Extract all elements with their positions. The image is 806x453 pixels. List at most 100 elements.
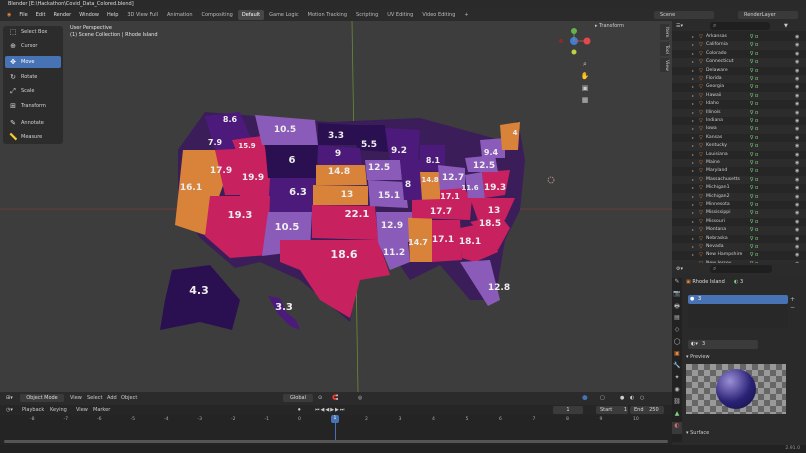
object-data-row[interactable]: ◐ 3 [734,279,743,285]
expand-triangle-icon[interactable]: ▸ [692,167,694,175]
shading-material-icon[interactable]: ◐ [630,393,634,403]
object-name-row[interactable]: ▣ Rhode Island [686,279,725,285]
outliner-row[interactable]: ▸ ▽ Arkansas ∇ ɑ ◉ [672,33,806,41]
expand-triangle-icon[interactable]: ▸ [692,235,694,243]
visibility-eye-icon[interactable]: ◉ [795,151,799,159]
outliner-row[interactable]: ▸ ▽ Missouri ∇ ɑ ◉ [672,218,806,226]
tool-move[interactable]: ✥ Move [5,56,61,68]
properties-editor-icon[interactable]: ⚙▾ [676,264,683,274]
visibility-eye-icon[interactable]: ◉ [795,33,799,41]
outliner-row[interactable]: ▸ ▽ Georgia ∇ ɑ ◉ [672,83,806,91]
pan-hand-icon[interactable]: ✋ [580,72,590,84]
menu-edit[interactable]: Edit [32,9,50,21]
expand-triangle-icon[interactable]: ▸ [692,134,694,142]
visibility-eye-icon[interactable]: ◉ [795,176,799,184]
surface-panel-header[interactable]: ▾ Surface [686,430,709,436]
visibility-eye-icon[interactable]: ◉ [795,201,799,209]
state-region[interactable] [385,128,420,162]
outliner-row[interactable]: ▸ ▽ Florida ∇ ɑ ◉ [672,75,806,84]
record-icon[interactable]: ⏺ [298,405,301,415]
outliner-row[interactable]: ▸ ▽ New Hampshire ∇ ɑ ◉ [672,251,806,259]
visibility-eye-icon[interactable]: ◉ [795,142,799,150]
expand-triangle-icon[interactable]: ▸ [692,159,694,167]
expand-triangle-icon[interactable]: ▸ [692,100,694,108]
timeline-menu-playback[interactable]: Playback [22,405,44,415]
visibility-eye-icon[interactable]: ◉ [795,243,799,251]
editor-type-icon[interactable]: ⊞▾ [6,393,13,403]
tool-scale[interactable]: ⤢ Scale [5,85,61,97]
scene-tab-icon[interactable]: ◇ [672,326,682,338]
material-slot-row[interactable]: ● 3 [688,295,788,304]
expand-triangle-icon[interactable]: ▸ [692,251,694,259]
outliner-search-input[interactable]: ⌕ [710,22,770,30]
tab-animation[interactable]: Animation [163,10,197,20]
3d-viewport[interactable]: 8.6 7.9 15.9 10.5 3.3 5.5 9.2 4 16.1 17.9 19.9 6 9 8.… [0,21,672,392]
visibility-eye-icon[interactable]: ◉ [795,159,799,167]
proportional-edit-icon[interactable]: ◎ [358,393,362,403]
outliner-row[interactable]: ▸ ▽ Michigan2 ∇ ɑ ◉ [672,192,806,201]
expand-triangle-icon[interactable]: ▸ [692,209,694,217]
timeline-menu-view[interactable]: View [76,405,88,415]
snap-icon[interactable]: 🧲 [332,393,338,403]
viewport-menu-select[interactable]: Select [87,393,102,403]
view-layer-tab-icon[interactable]: ▤ [672,314,682,326]
transform-orientation-selector[interactable]: Global [283,394,313,402]
outliner-row[interactable]: ▸ ▽ Illinois ∇ ɑ ◉ [672,108,806,117]
visibility-eye-icon[interactable]: ◉ [795,117,799,125]
particles-tab-icon[interactable]: ✦ [672,374,682,386]
visibility-eye-icon[interactable]: ◉ [795,125,799,133]
expand-triangle-icon[interactable]: ▸ [692,193,694,201]
xray-icon[interactable]: ▢ [600,393,605,403]
outliner-row[interactable]: ▸ ▽ Nebraska ∇ ɑ ◉ [672,235,806,243]
material-selector[interactable]: ◐▾ 3 [688,340,758,349]
tab-motion-tracking[interactable]: Motion Tracking [304,10,351,20]
tool-cursor[interactable]: ⊕ Cursor [5,40,61,52]
outliner-row[interactable]: ▸ ▽ Maryland ∇ ɑ ◉ [672,167,806,175]
menu-window[interactable]: Window [75,9,103,21]
filter-icon[interactable]: ▼ [784,21,788,31]
timeline-scrollbar[interactable] [4,440,668,443]
add-slot-button[interactable]: + [790,296,795,303]
expand-triangle-icon[interactable]: ▸ [692,117,694,125]
modifier-tab-icon[interactable]: 🔧 [672,362,682,374]
tool-rotate[interactable]: ↻ Rotate [5,71,61,83]
tab-3d-view-full[interactable]: 3D View Full [123,10,162,20]
menu-render[interactable]: Render [49,9,75,21]
zoom-icon[interactable]: ⌕ [580,60,590,72]
mode-selector[interactable]: Object Mode [20,394,64,402]
outliner-row[interactable]: ▸ ▽ Kansas ∇ ɑ ◉ [672,134,806,142]
expand-triangle-icon[interactable]: ▸ [692,218,694,226]
expand-triangle-icon[interactable]: ▸ [692,176,694,184]
visibility-eye-icon[interactable]: ◉ [795,92,799,100]
visibility-eye-icon[interactable]: ◉ [795,235,799,243]
outliner-row[interactable]: ▸ ▽ Hawaii ∇ ɑ ◉ [672,91,806,101]
data-tab-icon[interactable]: ▲ [672,410,682,422]
expand-triangle-icon[interactable]: ▸ [692,58,694,66]
output-tab-icon[interactable]: 🖶 [672,302,682,314]
expand-triangle-icon[interactable]: ▸ [692,243,694,251]
expand-triangle-icon[interactable]: ▸ [692,33,694,41]
shading-rendered-icon[interactable]: ○ [640,393,644,403]
visibility-eye-icon[interactable]: ◉ [795,209,799,217]
end-frame-field[interactable]: End 250 [630,406,664,414]
tool-select-box[interactable]: ⬚ Select Box [5,26,61,38]
expand-triangle-icon[interactable]: ▸ [692,67,694,75]
material-tab-icon[interactable]: ◐ [672,422,682,434]
tab-default[interactable]: Default [237,10,265,20]
side-tab-view[interactable]: View [660,58,669,72]
outliner-row[interactable]: ▸ ▽ Idaho ∇ ɑ ◉ [672,100,806,108]
visibility-eye-icon[interactable]: ◉ [795,109,799,117]
preview-panel-header[interactable]: ▾ Preview [686,354,710,360]
constraints-tab-icon[interactable]: ⛓ [672,398,682,410]
remove-slot-button[interactable]: − [790,304,795,311]
visibility-eye-icon[interactable]: ◉ [795,41,799,49]
visibility-eye-icon[interactable]: ◉ [795,58,799,66]
start-frame-field[interactable]: Start 1 [596,406,628,414]
side-tab-tool[interactable]: Tool [660,42,669,56]
alaska-region[interactable] [160,265,240,330]
grid-view-icon[interactable]: ▦ [580,96,590,108]
pivot-icon[interactable]: ⊙ [318,393,322,403]
visibility-eye-icon[interactable]: ◉ [795,167,799,175]
tab-scripting[interactable]: Scripting [352,10,382,20]
tab-video-editing[interactable]: Video Editing [418,10,459,20]
